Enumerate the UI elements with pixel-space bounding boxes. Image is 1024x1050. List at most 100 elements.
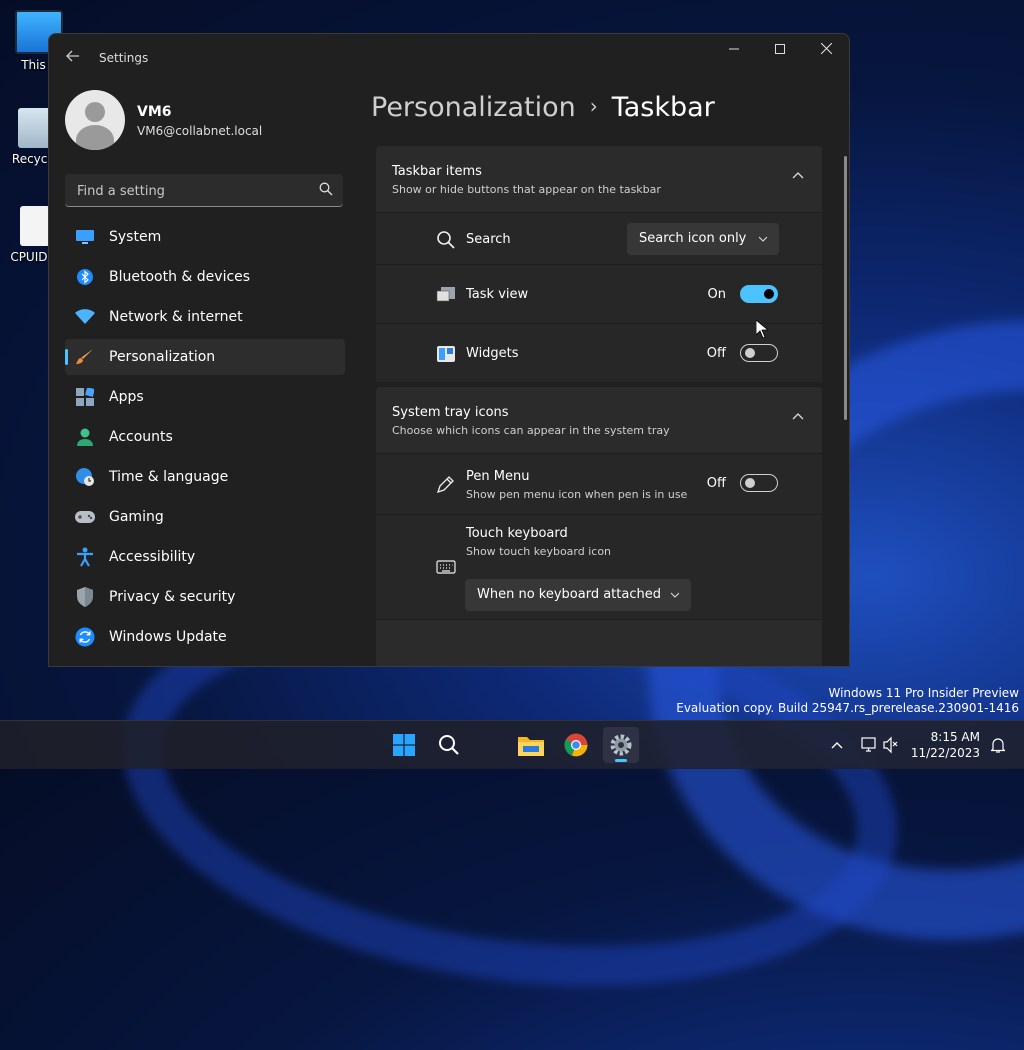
sidebar-item-privacy-security[interactable]: Privacy & security [65,579,345,615]
system-tray-icons-header[interactable]: System tray icons Choose which icons can… [376,387,822,453]
setting-label: Search [466,232,511,247]
page-title: Taskbar [611,92,715,123]
show-hidden-icons-button[interactable] [820,727,854,763]
quick-settings-button[interactable] [856,727,904,763]
section-subtitle: Choose which icons can appear in the sys… [392,424,670,437]
search-input[interactable] [75,174,309,208]
title-bar[interactable]: Settings [49,34,849,82]
avatar[interactable] [65,90,125,150]
sidebar-item-label: Network & internet [109,309,243,325]
sidebar-item-label: Apps [109,389,144,405]
maximize-icon[interactable] [757,34,803,66]
sidebar-item-network[interactable]: Network & internet [65,299,345,335]
folder-icon [518,737,544,756]
avatar-head [85,102,105,122]
sidebar-item-accessibility[interactable]: Accessibility [65,539,345,575]
sidebar-item-label: Personalization [109,349,216,365]
bell-icon [991,738,1005,753]
watermark-line1: Windows 11 Pro Insider Preview [828,686,1019,700]
dropdown-value: Search icon only [639,231,747,246]
sidebar-item-label: Bluetooth & devices [109,269,251,285]
breadcrumb: Personalization › Taskbar [371,92,715,123]
toggle-knob [745,478,755,488]
start-button[interactable] [386,727,422,763]
person-icon [75,427,95,447]
chevron-down-icon [671,592,679,598]
chevron-up-icon[interactable] [792,170,804,182]
sidebar-item-apps[interactable]: Apps [65,379,345,415]
toggle-state-label: On [707,287,726,302]
task-view-setting-row: Task view On [376,264,822,324]
touch-keyboard-dropdown[interactable]: When no keyboard attached [465,579,691,611]
accessibility-icon [75,547,95,567]
recycle-bin-icon [18,108,52,148]
clock-date: 11/22/2023 [910,746,980,760]
sidebar-item-label: System [109,229,162,245]
chevron-up-icon[interactable] [792,411,804,423]
section-subtitle: Show or hide buttons that appear on the … [392,183,661,196]
monitor-icon [75,227,95,247]
notifications-button[interactable] [984,727,1012,763]
search-icon [437,231,455,249]
watermark-line2: Evaluation copy. Build 25947.rs_prerelea… [676,701,1019,715]
search-icon [439,735,459,755]
search-icon[interactable] [319,182,333,196]
search-mode-dropdown[interactable]: Search icon only [627,223,779,255]
clock-time: 8:15 AM [930,730,980,744]
setting-label: Task view [466,287,529,302]
sidebar-item-system[interactable]: System [65,219,345,255]
sidebar-item-bluetooth[interactable]: Bluetooth & devices [65,259,345,295]
wifi-icon [75,307,95,327]
chevron-up-icon [831,742,843,749]
scrollbar[interactable] [844,156,847,420]
taskbar-items-header[interactable]: Taskbar items Show or hide buttons that … [376,146,822,212]
settings-taskbar-button[interactable] [603,727,639,763]
widgets-toggle[interactable] [740,344,778,362]
search-setting-row: Search Search icon only [376,212,822,265]
setting-description: Show touch keyboard icon [466,545,612,558]
shield-icon [75,587,95,607]
sidebar-nav: System Bluetooth & devices Network & int… [65,219,345,659]
sidebar-item-windows-update[interactable]: Windows Update [65,619,345,655]
chrome-button[interactable] [558,727,594,763]
keyboard-icon [436,560,456,574]
setting-label: Pen Menu [466,469,530,484]
widgets-icon [437,346,455,362]
sidebar-item-personalization[interactable]: Personalization [65,339,345,375]
back-arrow-icon[interactable] [63,48,83,68]
sidebar-item-label: Accounts [109,429,173,445]
brush-icon [75,347,95,367]
minimize-icon[interactable] [711,34,757,66]
sidebar-item-label: Accessibility [109,549,196,565]
setting-label: Touch keyboard [466,526,568,541]
gamepad-icon [75,507,95,527]
window-title: Settings [99,51,149,65]
file-shortcut-icon [20,206,50,246]
taskbar-search-button[interactable] [431,727,467,763]
taskbar: 8:15 AM 11/22/2023 [0,720,1024,769]
windows-logo-icon [393,734,415,756]
update-icon [75,627,95,647]
settings-window: Settings VM6 VM6@collabnet.local System … [48,33,850,667]
setting-description: Show pen menu icon when pen is in use [466,488,688,501]
breadcrumb-parent[interactable]: Personalization [371,92,576,123]
setting-label: Widgets [466,346,519,361]
sidebar-item-gaming[interactable]: Gaming [65,499,345,535]
search-box[interactable] [65,174,343,208]
task-view-toggle[interactable] [740,285,778,303]
pen-menu-toggle[interactable] [740,474,778,492]
sidebar-item-time-language[interactable]: Time & language [65,459,345,495]
sidebar-item-label: Gaming [109,509,164,525]
toggle-state-label: Off [706,476,726,491]
dropdown-value: When no keyboard attached [477,587,661,602]
apps-icon [75,387,95,407]
taskbar-clock[interactable]: 8:15 AM 11/22/2023 [911,729,980,761]
file-explorer-button[interactable] [513,727,549,763]
toggle-knob [745,348,755,358]
breadcrumb-separator: › [589,94,598,118]
sidebar-item-accounts[interactable]: Accounts [65,419,345,455]
gear-icon [610,734,632,756]
task-view-icon [436,287,455,302]
pen-menu-setting-row: Pen Menu Show pen menu icon when pen is … [376,453,822,515]
close-icon[interactable] [803,34,849,66]
